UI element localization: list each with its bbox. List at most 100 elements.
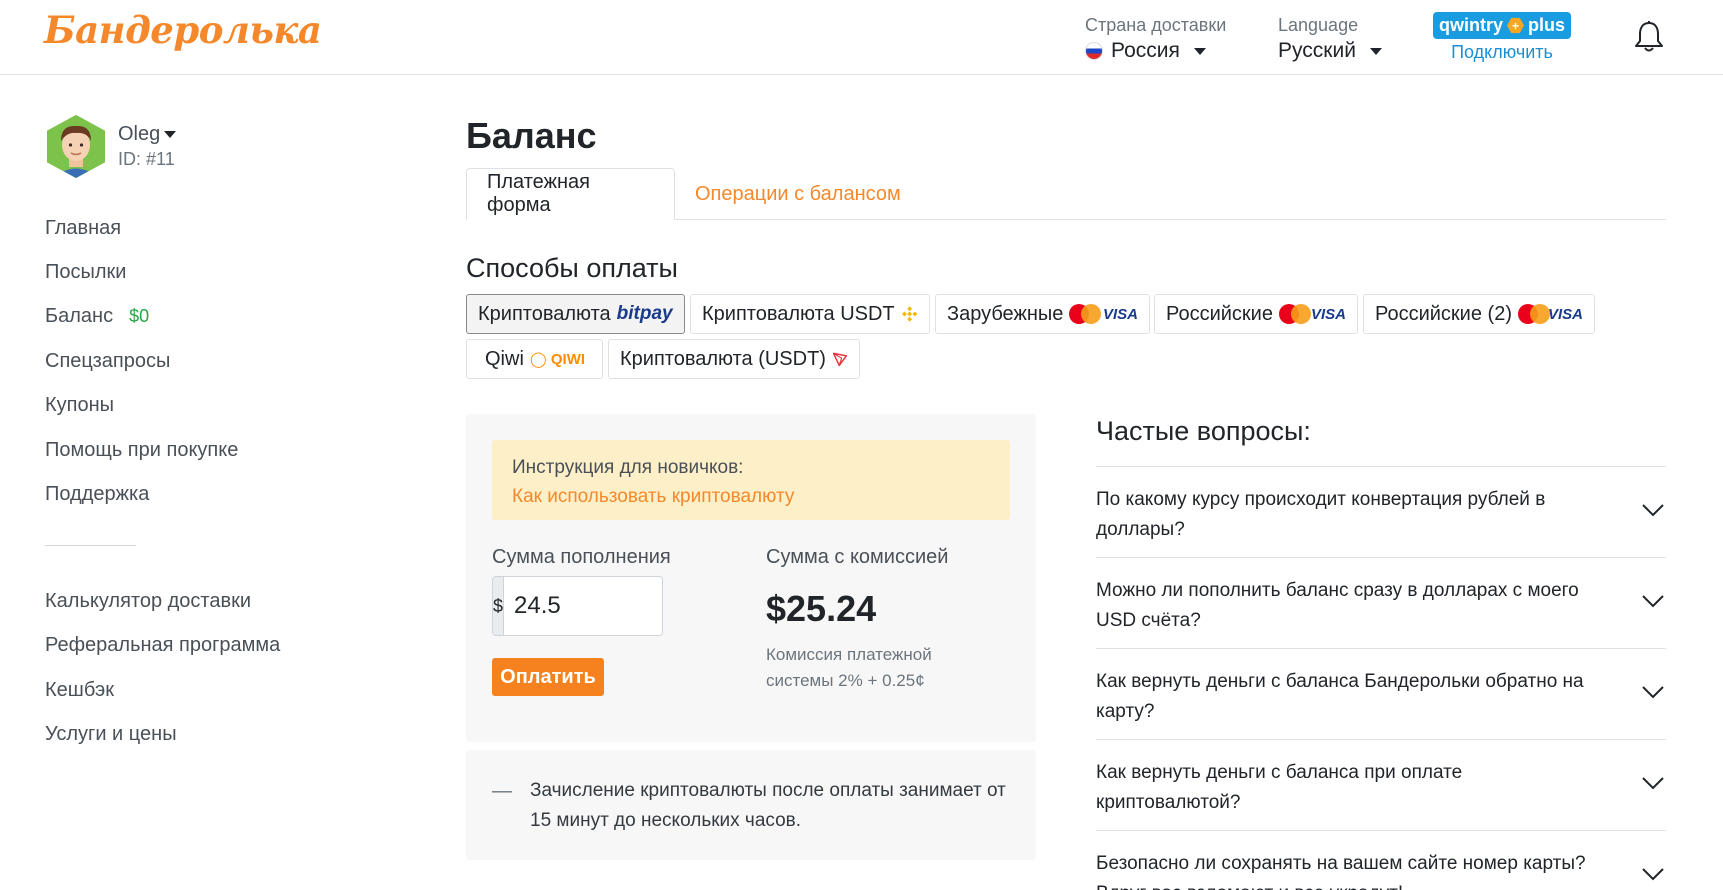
sidebar-item-services-prices[interactable]: Услуги и цены xyxy=(45,723,177,746)
visa-logo: VISA xyxy=(1310,305,1346,323)
sidebar-item-support[interactable]: Поддержка xyxy=(45,483,149,506)
user-name: Oleg xyxy=(118,123,161,145)
sidebar-item-label: Помощь при покупке xyxy=(45,439,239,461)
sidebar-item-label: Кешбэк xyxy=(45,679,115,701)
top-header: Бандеролька Страна доставки Россия Langu… xyxy=(0,0,1723,75)
sidebar-divider xyxy=(45,545,136,546)
qiwi-logo: ◯ QIWI xyxy=(529,351,586,368)
payment-method-label: Криптовалюта xyxy=(478,302,611,325)
sidebar-item-label: Купоны xyxy=(45,394,115,416)
delivery-country-dropdown[interactable]: Россия xyxy=(1085,36,1226,66)
crypto-processing-note: Зачисление криптовалюты после оплаты зан… xyxy=(530,780,1006,831)
qwintry-plus-badge-right: plus xyxy=(1528,15,1566,35)
binance-icon xyxy=(901,306,917,322)
payment-method-label: Российские xyxy=(1166,302,1273,325)
payment-method-foreign-cards[interactable]: Зарубежные VISA xyxy=(935,294,1150,334)
sidebar-item-home[interactable]: Главная xyxy=(45,217,121,240)
faq-item[interactable]: Можно ли пополнить баланс сразу в доллар… xyxy=(1096,557,1666,648)
sidebar-item-purchase-help[interactable]: Помощь при покупке xyxy=(45,439,238,462)
amount-input-group: $ xyxy=(492,576,663,636)
mastercard-icon xyxy=(1069,304,1101,324)
language-label: Language xyxy=(1278,15,1359,35)
avatar-face-icon xyxy=(47,115,105,178)
caret-down-icon xyxy=(1193,47,1206,55)
sidebar-item-label: Реферальная программа xyxy=(45,634,281,656)
faq-question: Как вернуть деньги с баланса при оплате … xyxy=(1096,762,1463,813)
faq-item[interactable]: Безопасно ли сохранять на вашем сайте но… xyxy=(1096,830,1666,890)
total-with-commission-value: $25.24 xyxy=(766,588,877,629)
logo[interactable]: Бандеролька xyxy=(44,8,322,52)
payment-method-label: Qiwi xyxy=(485,347,524,370)
visa-logo: VISA xyxy=(1547,305,1583,323)
delivery-country-value: Россия xyxy=(1111,39,1180,62)
chevron-down-icon xyxy=(1642,777,1664,790)
payment-method-label: Криптовалюта (USDT) xyxy=(620,347,826,370)
qwintry-plus-badge[interactable]: qwintry + plus xyxy=(1433,12,1571,39)
payment-method-russian-cards-2[interactable]: Российские (2) VISA xyxy=(1363,294,1595,334)
payment-method-russian-cards[interactable]: Российские VISA xyxy=(1154,294,1358,334)
payment-method-crypto-usdt-binance[interactable]: Криптовалюта USDT xyxy=(690,294,930,334)
sidebar-item-parcels[interactable]: Посылки xyxy=(45,261,126,284)
sidebar-item-label: Посылки xyxy=(45,261,127,283)
visa-logo: VISA xyxy=(1102,305,1138,323)
tab-balance-operations[interactable]: Операции с балансом xyxy=(675,168,921,220)
tab-payment-form[interactable]: Платежная форма xyxy=(466,168,675,220)
pay-button[interactable]: Оплатить xyxy=(492,658,604,696)
sidebar-item-label: Главная xyxy=(45,217,122,239)
sidebar-item-label: Калькулятор доставки xyxy=(45,590,252,612)
bitpay-logo: bitpay xyxy=(616,303,673,324)
total-with-commission-label: Сумма с комиссией xyxy=(766,546,949,568)
user-menu[interactable]: Oleg xyxy=(118,123,177,146)
delivery-country: Страна доставки Россия xyxy=(1085,14,1226,66)
sidebar-item-coupons[interactable]: Купоны xyxy=(45,394,114,417)
mastercard-icon xyxy=(1278,304,1311,324)
delivery-country-label: Страна доставки xyxy=(1085,15,1227,35)
mastercard-icon xyxy=(1517,304,1550,324)
payment-method-label: Зарубежные xyxy=(947,302,1064,325)
faq-item[interactable]: Как вернуть деньги с баланса при оплате … xyxy=(1096,739,1666,830)
language-selector: Language Русский xyxy=(1278,14,1382,66)
sidebar-item-referral[interactable]: Реферальная программа xyxy=(45,634,280,657)
faq-item[interactable]: Как вернуть деньги с баланса Бандерольки… xyxy=(1096,648,1666,739)
balance-tabs: Платежная форма Операции с балансом xyxy=(466,168,1666,220)
faq-question: Безопасно ли сохранять на вашем сайте но… xyxy=(1096,853,1586,890)
amount-input[interactable] xyxy=(504,577,662,635)
amount-label: Сумма пополнения xyxy=(492,546,671,568)
faq-question: По какому курсу происходит конвертация р… xyxy=(1096,489,1546,540)
language-value: Русский xyxy=(1278,39,1356,62)
plus-hex-icon: + xyxy=(1507,17,1524,34)
commission-note: Комиссия платежной системы 2% + 0.25¢ xyxy=(766,645,932,690)
instruction-label: Инструкция для новичков: xyxy=(512,457,744,478)
balance-amount-badge: $0 xyxy=(129,306,150,326)
faq-question: Как вернуть деньги с баланса Бандерольки… xyxy=(1096,671,1584,722)
page-title: Баланс xyxy=(466,115,597,156)
sidebar-item-delivery-calculator[interactable]: Калькулятор доставки xyxy=(45,590,251,613)
sidebar-item-balance[interactable]: Баланс $0 xyxy=(45,305,149,328)
faq-item[interactable]: По какому курсу происходит конвертация р… xyxy=(1096,466,1666,557)
faq-title: Частые вопросы: xyxy=(1096,416,1311,446)
user-id: ID: #11 xyxy=(118,149,175,169)
faq-question: Можно ли пополнить баланс сразу в доллар… xyxy=(1096,580,1579,631)
chevron-down-icon xyxy=(1642,504,1664,517)
currency-prefix: $ xyxy=(493,577,505,635)
payment-method-label: Криптовалюта USDT xyxy=(702,302,895,325)
how-to-use-crypto-link[interactable]: Как использовать криптовалюту xyxy=(512,482,990,512)
payment-method-crypto-bitpay[interactable]: Криптовалюта bitpay xyxy=(466,294,685,334)
notification-bell-icon[interactable] xyxy=(1633,20,1665,54)
avatar[interactable] xyxy=(47,115,105,178)
language-dropdown[interactable]: Русский xyxy=(1278,36,1382,66)
payment-method-crypto-usdt-tron[interactable]: Криптовалюта (USDT) xyxy=(608,339,860,379)
russia-flag-icon xyxy=(1085,42,1103,60)
note-dash: — xyxy=(492,780,512,802)
payment-method-qiwi[interactable]: Qiwi ◯ QIWI xyxy=(466,339,603,379)
sidebar-item-label: Спецзапросы xyxy=(45,350,171,372)
sidebar-item-label: Услуги и цены xyxy=(45,723,177,745)
caret-down-icon xyxy=(164,131,177,138)
qiwi-logo-text: QIWI xyxy=(550,351,586,368)
payment-method-label: Российские (2) xyxy=(1375,302,1512,325)
plus-connect-link[interactable]: Подключить xyxy=(1433,42,1571,63)
sidebar-item-cashback[interactable]: Кешбэк xyxy=(45,679,114,702)
sidebar-item-special-requests[interactable]: Спецзапросы xyxy=(45,350,170,373)
beginner-instruction-alert: Инструкция для новичков: Как использоват… xyxy=(492,440,1010,520)
chevron-down-icon xyxy=(1642,686,1664,699)
